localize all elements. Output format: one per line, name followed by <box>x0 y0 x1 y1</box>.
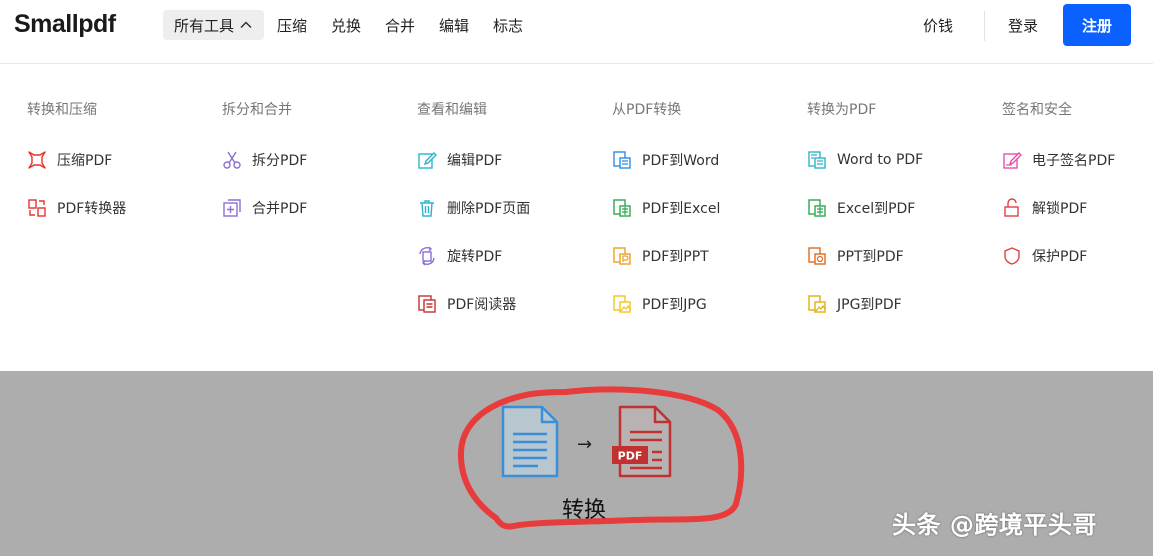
ppt-icon <box>807 246 827 266</box>
tools-mega-menu: 转换和压缩 压缩PDF PDF转换器 拆分和合并 拆分PDF 合并PDF 查看和… <box>0 65 1153 371</box>
menu-item-label: 电子签名PDF <box>1032 153 1116 169</box>
pdf-badge-text: PDF <box>618 450 643 463</box>
menu-item-label: PDF到JPG <box>642 297 707 313</box>
nav-compress[interactable]: 压缩 <box>277 15 307 36</box>
signature-icon <box>1002 150 1022 170</box>
menu-column-from-pdf: 从PDF转换 PDF到Word PDF到Excel PDF到PPT PDF到JP… <box>612 101 802 343</box>
menu-item-label: PDF到Word <box>642 153 720 169</box>
convert-label: 转换 <box>562 498 607 523</box>
menu-item-label: 合并PDF <box>252 201 308 217</box>
menu-item-label: PDF到Excel <box>642 201 721 217</box>
menu-item-rotate-pdf[interactable]: 旋转PDF <box>417 246 607 266</box>
nav-convert[interactable]: 兑换 <box>331 15 361 36</box>
menu-item-merge-pdf[interactable]: 合并PDF <box>222 199 412 217</box>
nav-pricing[interactable]: 价钱 <box>923 15 953 36</box>
menu-item-compress-pdf[interactable]: 压缩PDF <box>27 151 217 169</box>
menu-item-label: 解锁PDF <box>1032 201 1088 217</box>
menu-item-pdf-to-word[interactable]: PDF到Word <box>612 151 802 169</box>
merge-icon <box>222 198 242 218</box>
shield-icon <box>1002 246 1022 266</box>
menu-item-label: 压缩PDF <box>57 153 113 169</box>
word-icon <box>612 150 632 170</box>
menu-item-pdf-converter[interactable]: PDF转换器 <box>27 199 217 217</box>
menu-item-edit-pdf[interactable]: 编辑PDF <box>417 151 607 169</box>
menu-column-sign-security: 签名和安全 电子签名PDF 解锁PDF 保护PDF <box>1002 101 1153 295</box>
smallpdf-logo[interactable]: Smallpdf <box>14 10 116 39</box>
compress-icon <box>27 150 47 170</box>
jpg-icon <box>612 294 632 314</box>
menu-item-pdf-to-jpg[interactable]: PDF到JPG <box>612 295 802 313</box>
word-icon <box>807 150 827 170</box>
menu-item-label: 旋转PDF <box>447 249 503 265</box>
menu-item-ppt-to-pdf[interactable]: PPT到PDF <box>807 247 997 265</box>
chevron-up-icon <box>239 18 253 32</box>
menu-item-delete-pages[interactable]: 删除PDF页面 <box>417 199 607 217</box>
menu-item-label: PPT到PDF <box>837 249 904 265</box>
column-title: 查看和编辑 <box>417 102 487 118</box>
column-title: 从PDF转换 <box>612 102 682 118</box>
nav-merge[interactable]: 合并 <box>385 15 415 36</box>
menu-item-protect-pdf[interactable]: 保护PDF <box>1002 247 1153 265</box>
menu-column-view-edit: 查看和编辑 编辑PDF 删除PDF页面 旋转PDF PDF阅读器 <box>417 101 607 343</box>
reader-icon <box>417 294 437 314</box>
menu-item-label: PDF到PPT <box>642 249 709 265</box>
all-tools-label: 所有工具 <box>174 16 235 35</box>
excel-icon <box>612 198 632 218</box>
menu-item-label: 拆分PDF <box>252 153 308 169</box>
ppt-icon <box>612 246 632 266</box>
register-button[interactable]: 注册 <box>1063 4 1131 46</box>
rotate-icon <box>417 246 437 266</box>
menu-item-label: JPG到PDF <box>837 297 902 313</box>
nav-edit[interactable]: 编辑 <box>439 15 469 36</box>
arrow-right-icon: → <box>577 434 593 455</box>
login-link[interactable]: 登录 <box>1008 15 1038 36</box>
menu-item-jpg-to-pdf[interactable]: JPG到PDF <box>807 295 997 313</box>
all-tools-button[interactable]: 所有工具 <box>163 10 265 40</box>
menu-item-unlock-pdf[interactable]: 解锁PDF <box>1002 198 1153 218</box>
trash-icon <box>417 198 437 218</box>
column-title: 转换和压缩 <box>27 102 97 118</box>
jpg-icon <box>807 294 827 314</box>
menu-item-word-to-pdf[interactable]: Word to PDF <box>807 151 997 169</box>
menu-item-esign-pdf[interactable]: 电子签名PDF <box>1002 151 1153 169</box>
menu-item-pdf-reader[interactable]: PDF阅读器 <box>417 295 607 313</box>
menu-item-excel-to-pdf[interactable]: Excel到PDF <box>807 199 997 217</box>
unlock-icon <box>1002 198 1022 218</box>
converter-icon <box>27 198 47 218</box>
menu-item-label: 删除PDF页面 <box>447 201 531 217</box>
menu-item-label: Word to PDF <box>837 152 924 168</box>
column-title: 转换为PDF <box>807 102 877 118</box>
menu-item-label: Excel到PDF <box>837 201 916 217</box>
convert-illustration: → PDF 转换 <box>456 384 746 534</box>
scissors-icon <box>222 150 242 170</box>
edit-icon <box>417 150 437 170</box>
top-header: Smallpdf 所有工具 压缩 兑换 合并 编辑 标志 价钱 登录 注册 <box>0 0 1153 64</box>
menu-column-convert-compress: 转换和压缩 压缩PDF PDF转换器 <box>27 101 217 247</box>
nav-divider <box>984 11 985 41</box>
watermark-text: 头条 @跨境平头哥 <box>892 511 1097 539</box>
document-icon <box>501 405 559 478</box>
nav-sign[interactable]: 标志 <box>493 15 523 36</box>
menu-item-label: 保护PDF <box>1032 249 1088 265</box>
column-title: 签名和安全 <box>1002 102 1072 118</box>
menu-item-label: 编辑PDF <box>447 153 503 169</box>
menu-item-label: PDF转换器 <box>57 201 127 217</box>
pdf-document-icon: PDF <box>612 405 672 478</box>
column-title: 拆分和合并 <box>222 102 292 118</box>
menu-column-split-merge: 拆分和合并 拆分PDF 合并PDF <box>222 101 412 247</box>
menu-column-to-pdf: 转换为PDF Word to PDF Excel到PDF PPT到PDF JPG… <box>807 101 997 343</box>
menu-item-pdf-to-excel[interactable]: PDF到Excel <box>612 199 802 217</box>
menu-item-label: PDF阅读器 <box>447 297 517 313</box>
menu-item-pdf-to-ppt[interactable]: PDF到PPT <box>612 247 802 265</box>
menu-item-split-pdf[interactable]: 拆分PDF <box>222 151 412 169</box>
excel-icon <box>807 198 827 218</box>
